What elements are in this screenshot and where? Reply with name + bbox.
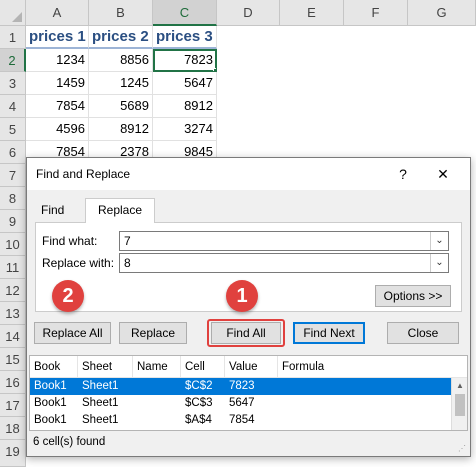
annotation-badge-1: 1: [226, 280, 258, 312]
dialog-title: Find and Replace: [36, 167, 131, 181]
row-header-3[interactable]: 3: [0, 72, 26, 95]
cell-c2-active[interactable]: 7823: [153, 49, 217, 72]
tab-replace[interactable]: Replace: [85, 198, 155, 223]
results-row[interactable]: Book1 Sheet1 $A$4 7854: [30, 412, 452, 429]
cell-a1[interactable]: prices 1: [26, 26, 89, 49]
find-what-input[interactable]: 7 ⌄: [119, 231, 449, 251]
find-dropdown-chevron-icon[interactable]: ⌄: [430, 232, 448, 250]
cell-c5[interactable]: 3274: [153, 118, 217, 141]
results-row[interactable]: Book1 Sheet1 $C$2 7823: [30, 378, 452, 395]
find-what-value: 7: [124, 234, 131, 248]
results-col-formula[interactable]: Formula: [278, 356, 452, 378]
cell-b3[interactable]: 1245: [89, 72, 153, 95]
select-all-corner[interactable]: [0, 0, 26, 26]
row-header-17[interactable]: 17: [0, 394, 26, 417]
row-header-8[interactable]: 8: [0, 187, 26, 210]
row-header-4[interactable]: 4: [0, 95, 26, 118]
close-button[interactable]: Close: [387, 322, 459, 344]
result-sheet: Sheet1: [82, 380, 119, 392]
annotation-badge-2: 2: [52, 280, 84, 312]
row-header-1[interactable]: 1: [0, 26, 26, 49]
replace-with-value: 8: [124, 256, 131, 270]
cell-c3[interactable]: 5647: [153, 72, 217, 95]
cell-b5[interactable]: 8912: [89, 118, 153, 141]
result-value: 5647: [229, 397, 255, 409]
result-cell: $A$4: [185, 414, 212, 426]
result-cell: $C$2: [185, 380, 213, 392]
row-header-11[interactable]: 11: [0, 256, 26, 279]
row-header-18[interactable]: 18: [0, 417, 26, 440]
tab-find[interactable]: Find: [35, 200, 81, 222]
result-cell: $C$3: [185, 397, 213, 409]
close-icon[interactable]: ✕: [433, 164, 453, 184]
cell-c1[interactable]: prices 3: [153, 26, 217, 49]
replace-button[interactable]: Replace: [119, 322, 187, 344]
dialog-titlebar[interactable]: Find and Replace ? ✕: [27, 158, 470, 190]
cell-b2[interactable]: 8856: [89, 49, 153, 72]
row-header-19[interactable]: 19: [0, 440, 26, 467]
find-next-button[interactable]: Find Next: [293, 322, 365, 344]
cell-c2-value: 7823: [184, 52, 213, 67]
fill-handle[interactable]: [213, 68, 216, 71]
results-header: Book Sheet Name Cell Value Formula: [30, 356, 467, 378]
row-header-13[interactable]: 13: [0, 302, 26, 325]
cell-a4[interactable]: 7854: [26, 95, 89, 118]
column-header-g[interactable]: G: [408, 0, 476, 26]
help-button[interactable]: ?: [393, 164, 413, 184]
resize-grip-icon[interactable]: ⋰: [458, 444, 468, 454]
column-header-e[interactable]: E: [280, 0, 344, 26]
result-book: Book1: [34, 414, 67, 426]
result-sheet: Sheet1: [82, 397, 119, 409]
cell-a3[interactable]: 1459: [26, 72, 89, 95]
find-what-label: Find what:: [42, 234, 98, 248]
row-header-15[interactable]: 15: [0, 348, 26, 371]
column-header-a[interactable]: A: [26, 0, 89, 26]
scroll-up-arrow-icon[interactable]: ▲: [452, 379, 467, 393]
replace-all-button[interactable]: Replace All: [34, 322, 111, 344]
column-header-c[interactable]: C: [153, 0, 217, 26]
results-row[interactable]: Book1 Sheet1 $C$3 5647: [30, 395, 452, 412]
replace-with-label: Replace with:: [42, 256, 115, 270]
find-all-highlight: [207, 319, 285, 347]
row-header-12[interactable]: 12: [0, 279, 26, 302]
replace-dropdown-chevron-icon[interactable]: ⌄: [430, 254, 448, 272]
row-header-14[interactable]: 14: [0, 325, 26, 348]
status-text: 6 cell(s) found: [33, 436, 106, 448]
row-header-16[interactable]: 16: [0, 371, 26, 394]
result-book: Book1: [34, 380, 67, 392]
row-header-10[interactable]: 10: [0, 233, 26, 256]
row-header-5[interactable]: 5: [0, 118, 26, 141]
results-list[interactable]: Book Sheet Name Cell Value Formula Book1…: [29, 355, 468, 431]
results-col-value[interactable]: Value: [225, 356, 278, 378]
column-header-f[interactable]: F: [344, 0, 408, 26]
row-header-6[interactable]: 6: [0, 141, 26, 164]
results-col-name[interactable]: Name: [133, 356, 181, 378]
row-header-2[interactable]: 2: [0, 49, 26, 72]
replace-with-input[interactable]: 8 ⌄: [119, 253, 449, 273]
row-header-9[interactable]: 9: [0, 210, 26, 233]
options-button[interactable]: Options >>: [375, 285, 451, 307]
cell-b4[interactable]: 5689: [89, 95, 153, 118]
row-header-7[interactable]: 7: [0, 164, 26, 187]
column-header-b[interactable]: B: [89, 0, 153, 26]
result-sheet: Sheet1: [82, 414, 119, 426]
results-scrollbar[interactable]: ▲: [451, 378, 467, 430]
cell-b1[interactable]: prices 2: [89, 26, 153, 49]
scroll-thumb[interactable]: [455, 394, 465, 416]
cell-a5[interactable]: 4596: [26, 118, 89, 141]
results-col-book[interactable]: Book: [30, 356, 78, 378]
result-value: 7823: [229, 380, 255, 392]
cell-c4[interactable]: 8912: [153, 95, 217, 118]
column-header-d[interactable]: D: [217, 0, 280, 26]
results-col-sheet[interactable]: Sheet: [78, 356, 133, 378]
results-col-cell[interactable]: Cell: [181, 356, 225, 378]
result-value: 7854: [229, 414, 255, 426]
result-book: Book1: [34, 397, 67, 409]
cell-a2[interactable]: 1234: [26, 49, 89, 72]
